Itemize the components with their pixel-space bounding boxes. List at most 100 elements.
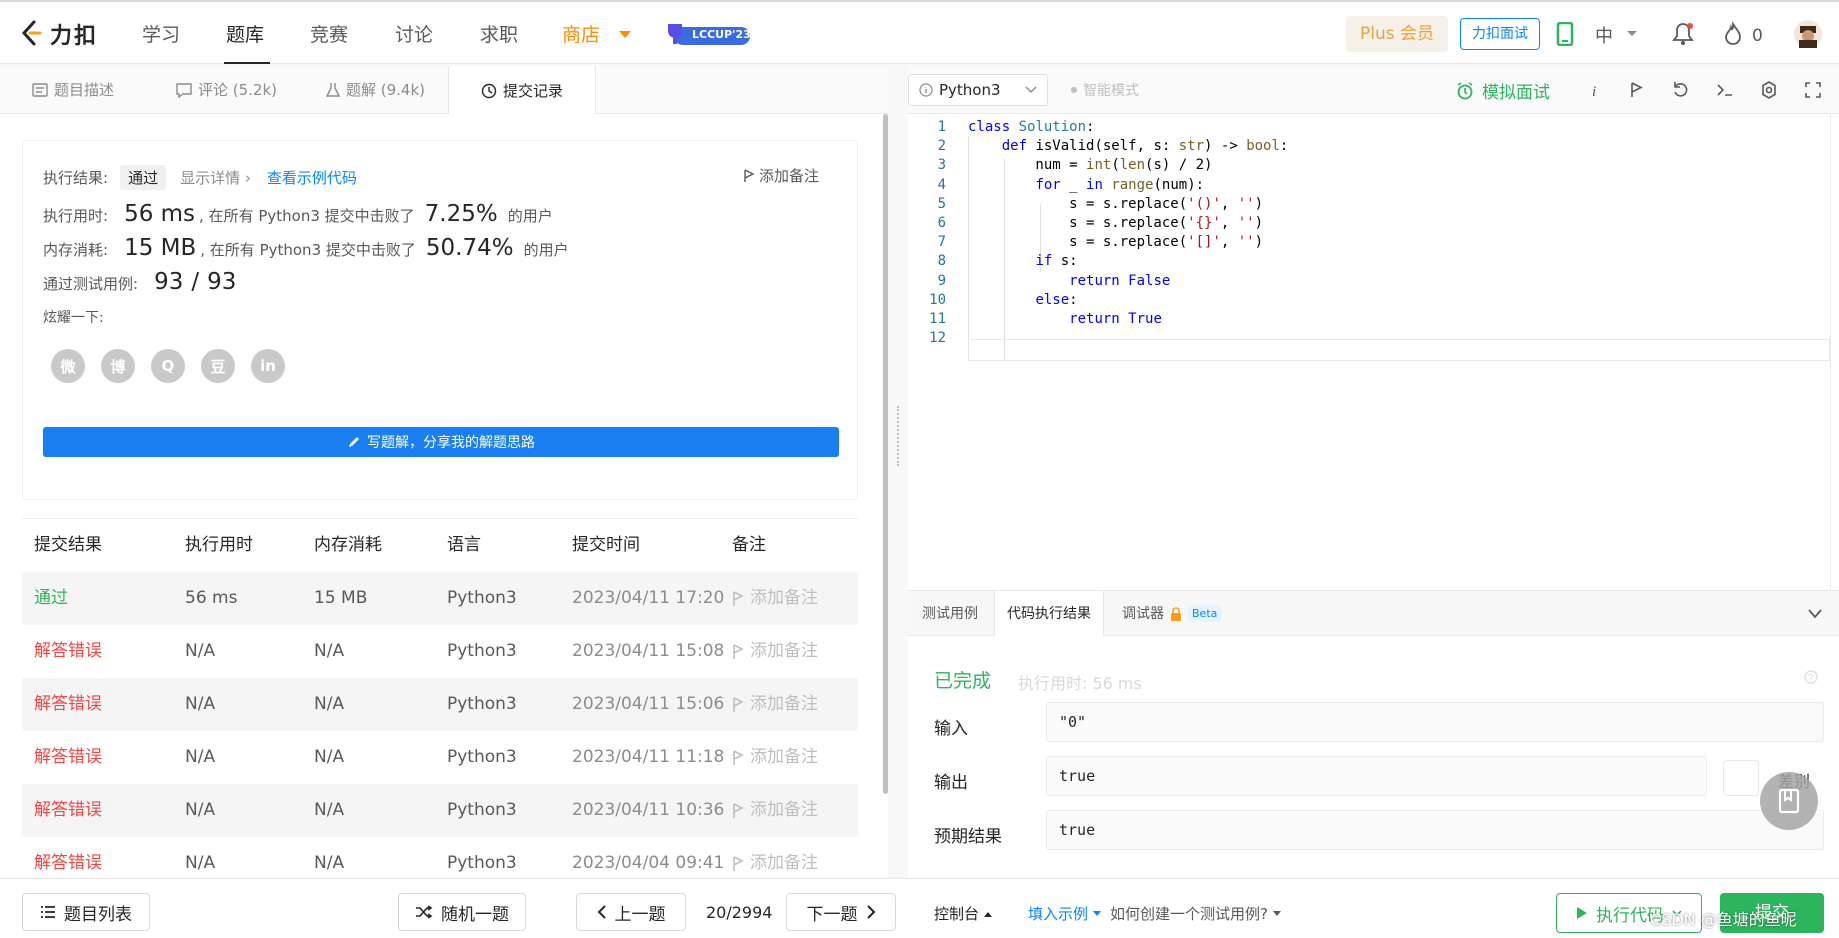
notes-fab[interactable] — [1760, 772, 1818, 830]
table-row[interactable]: 解答错误 N/A N/A Python3 2023/04/04 09:41 添加备注 — [22, 837, 858, 878]
submission-add-note[interactable]: 添加备注 — [732, 572, 818, 625]
write-solution-button[interactable]: 写题解，分享我的解题思路 — [43, 427, 839, 457]
show-detail-link[interactable]: 显示详情 › — [180, 167, 251, 188]
submission-add-note[interactable]: 添加备注 — [732, 837, 818, 878]
terminal-icon[interactable] — [1716, 81, 1734, 99]
qq-icon[interactable]: Q — [151, 349, 185, 383]
chevron-down-icon — [1025, 86, 1037, 93]
caret-down-icon — [1272, 910, 1281, 916]
nav-study[interactable]: 学习 — [142, 20, 180, 47]
random-problem-button[interactable]: 随机一题 — [398, 893, 526, 931]
tab-run-result[interactable]: 代码执行结果 — [994, 591, 1104, 637]
linkedin-icon[interactable]: in — [251, 349, 285, 383]
tab-solutions[interactable]: 题解 (9.4k) — [326, 66, 425, 114]
submission-status[interactable]: 解答错误 — [34, 784, 102, 837]
table-row[interactable]: 通过 56 ms 15 MB Python3 2023/04/11 17:20 添加备注 — [22, 572, 858, 625]
fire-icon[interactable] — [1724, 22, 1742, 46]
smart-mode-toggle[interactable]: 智能模式 — [1071, 80, 1139, 100]
watermark: CSDN @鱼塘的鱼呢 — [1650, 910, 1797, 929]
editor-scrollbar[interactable] — [1830, 114, 1839, 590]
fire-count: 0 — [1752, 26, 1763, 46]
table-row[interactable]: 解答错误 N/A N/A Python3 2023/04/11 15:06 添加备注 — [22, 678, 858, 731]
settings-icon[interactable] — [1760, 81, 1778, 99]
submission-add-note[interactable]: 添加备注 — [732, 678, 818, 731]
submission-language: Python3 — [447, 641, 517, 661]
help-icon[interactable]: ? — [1804, 670, 1818, 684]
douban-icon[interactable]: 豆 — [201, 349, 235, 383]
nav-problems[interactable]: 题库 — [226, 20, 264, 47]
language-select[interactable]: Python3 — [908, 74, 1048, 106]
shop-dropdown-icon[interactable] — [618, 30, 632, 40]
weibo-icon[interactable]: 博 — [101, 349, 135, 383]
header-memory: 内存消耗 — [314, 535, 382, 555]
smart-mode-dot — [1071, 87, 1077, 93]
problem-list-button[interactable]: 题目列表 — [22, 893, 150, 931]
prev-problem-button[interactable]: 上一题 — [576, 893, 686, 931]
submission-status[interactable]: 解答错误 — [34, 837, 102, 878]
submission-add-note[interactable]: 添加备注 — [732, 731, 818, 784]
mock-interview-button[interactable]: 模拟面试 — [1456, 78, 1550, 103]
svg-text:i: i — [1592, 84, 1596, 99]
tab-comments[interactable]: 评论 (5.2k) — [176, 66, 277, 114]
table-row[interactable]: 解答错误 N/A N/A Python3 2023/04/11 11:18 添加备注 — [22, 731, 858, 784]
tab-testcases[interactable]: 测试用例 — [922, 591, 978, 637]
mobile-icon[interactable] — [1556, 22, 1574, 46]
fullscreen-icon[interactable] — [1804, 81, 1822, 99]
diff-toggle[interactable] — [1723, 760, 1759, 796]
submission-status[interactable]: 解答错误 — [34, 625, 102, 678]
avatar[interactable] — [1794, 20, 1822, 48]
code-line[interactable]: 12 — [908, 327, 1830, 350]
nav-jobs[interactable]: 求职 — [480, 20, 518, 47]
tab-description[interactable]: 题目描述 — [32, 66, 114, 114]
how-create-testcase-link[interactable]: 如何创建一个测试用例? — [1110, 903, 1282, 924]
console-toggle[interactable]: 控制台 — [934, 903, 993, 924]
chevron-right-icon — [866, 905, 875, 919]
share-buttons: 微 博 Q 豆 in — [51, 349, 285, 383]
nav-shop[interactable]: 商店 — [562, 20, 600, 47]
expected-value: true — [1046, 810, 1824, 850]
reset-icon[interactable] — [1672, 81, 1690, 99]
submission-add-note[interactable]: 添加备注 — [732, 625, 818, 678]
view-sample-code-link[interactable]: 查看示例代码 — [267, 167, 357, 188]
tab-debugger[interactable]: 调试器 Beta — [1122, 591, 1222, 637]
submission-status[interactable]: 解答错误 — [34, 678, 102, 731]
info-italic-icon[interactable]: i — [1590, 81, 1600, 99]
comment-icon — [176, 82, 192, 98]
testcases-total: 93 — [207, 269, 237, 295]
leetcode-logo[interactable]: 力扣 — [20, 18, 98, 50]
submission-memory: N/A — [314, 641, 345, 661]
splitter-grip[interactable] — [897, 406, 899, 466]
plus-member-button[interactable]: Plus 会员 — [1346, 16, 1448, 52]
lccup-badge[interactable]: LCCUP'23 — [664, 22, 752, 48]
submission-add-note[interactable]: 添加备注 — [732, 784, 818, 837]
chevron-down-icon[interactable] — [1808, 609, 1822, 619]
result-row: 执行结果: 通过 显示详情 › 查看示例代码 — [43, 165, 357, 190]
tab-submissions[interactable]: 提交记录 — [448, 66, 597, 115]
next-problem-button[interactable]: 下一题 — [786, 893, 896, 931]
wechat-icon[interactable]: 微 — [51, 349, 85, 383]
add-note-button[interactable]: 添加备注 — [743, 165, 819, 186]
leetcode-interview-button[interactable]: 力扣面试 — [1460, 18, 1540, 50]
submission-note-label: 添加备注 — [750, 588, 818, 608]
table-row[interactable]: 解答错误 N/A N/A Python3 2023/04/11 10:36 添加备注 — [22, 784, 858, 837]
tab-comments-label: 评论 (5.2k) — [198, 81, 278, 99]
code-editor[interactable]: 1 class Solution: 2 def isValid(self, s: s… — [908, 114, 1839, 590]
notebook-icon — [1778, 788, 1800, 814]
language-switch[interactable]: 中 — [1595, 22, 1613, 48]
flask-icon — [326, 83, 340, 97]
nav-discuss[interactable]: 讨论 — [395, 20, 433, 47]
nav-contest[interactable]: 竞赛 — [310, 20, 348, 47]
input-value: "0" — [1046, 702, 1824, 742]
wechat-glyph: 微 — [60, 357, 76, 376]
table-row[interactable]: 解答错误 N/A N/A Python3 2023/04/11 15:08 添加备注 — [22, 625, 858, 678]
submission-status[interactable]: 通过 — [34, 572, 68, 625]
flag-icon[interactable] — [1630, 81, 1644, 99]
chevron-down-icon[interactable] — [1626, 30, 1638, 38]
submission-status[interactable]: 解答错误 — [34, 731, 102, 784]
bell-icon[interactable] — [1672, 22, 1694, 46]
panel-splitter[interactable] — [888, 66, 908, 878]
list-icon — [41, 906, 55, 918]
submission-language: Python3 — [447, 853, 517, 873]
fill-example-button[interactable]: 填入示例 — [1028, 903, 1102, 924]
submission-language: Python3 — [447, 588, 517, 608]
